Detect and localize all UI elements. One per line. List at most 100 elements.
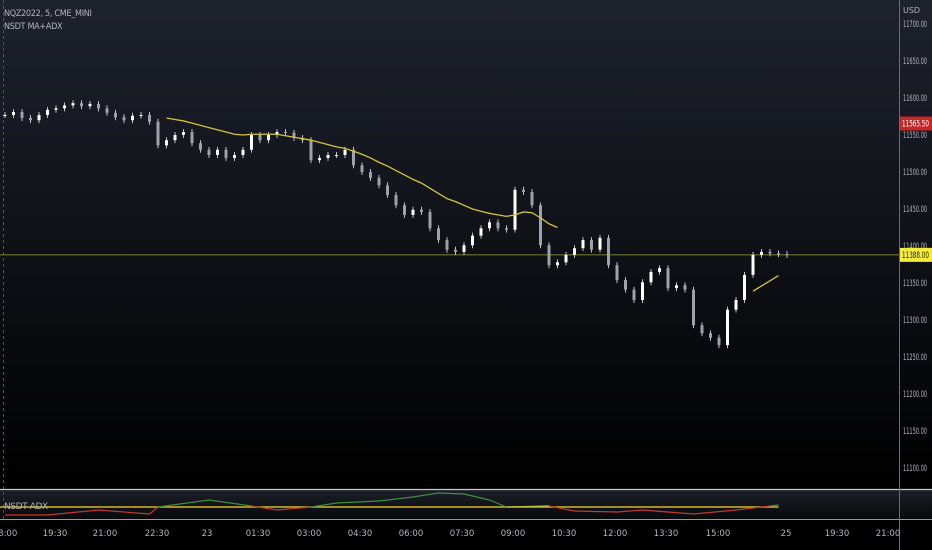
candle-body: [624, 280, 627, 290]
candle-body: [666, 268, 670, 289]
candle-body: [717, 337, 721, 346]
x-tick-label: 12:00: [603, 529, 628, 539]
x-tick-label: 03:00: [297, 529, 322, 539]
candle-body: [573, 248, 576, 255]
symbol-legend[interactable]: NQZ2022, 5, CME_MINI: [4, 9, 92, 19]
candle-body: [709, 333, 712, 338]
y-tick-label: 11200.00: [903, 390, 927, 400]
candle-body: [505, 228, 508, 230]
candle-body: [190, 132, 194, 144]
candle-body: [199, 143, 202, 150]
candle-body: [598, 237, 602, 250]
candle-body: [97, 103, 100, 109]
x-tick-label: 06:00: [399, 529, 424, 539]
candle-body: [173, 135, 177, 141]
candle-body: [54, 108, 58, 110]
candle-body: [751, 254, 755, 275]
candle-body: [165, 140, 168, 146]
prev-close-price-label: 11565.50: [902, 120, 929, 130]
y-tick-label: 11650.00: [903, 57, 927, 67]
indicator-legend[interactable]: NSDT MA+ADX: [4, 22, 63, 32]
candle-body: [556, 262, 559, 266]
y-tick-label: 11500.00: [903, 168, 927, 178]
candle-body: [326, 154, 330, 158]
candle-body: [46, 109, 49, 116]
adx-legend[interactable]: NSDT ADX: [4, 502, 48, 512]
main-pane: [0, 0, 932, 489]
candle-body: [386, 185, 389, 195]
candle-body: [20, 112, 24, 118]
x-tick-label: 09:00: [501, 529, 526, 539]
candle-body: [768, 251, 772, 254]
candle-body: [88, 103, 92, 107]
candle-body: [675, 285, 678, 289]
y-tick-label: 11300.00: [903, 316, 927, 326]
y-tick-label: 11250.00: [903, 353, 927, 363]
candle-body: [63, 105, 66, 109]
candle-body: [488, 222, 491, 229]
x-tick-label: 23: [202, 529, 213, 539]
candle-body: [777, 253, 780, 255]
candle-body: [139, 115, 143, 117]
candle-body: [743, 274, 746, 301]
candle-body: [692, 289, 695, 326]
candle-body: [471, 235, 474, 246]
x-tick-label: 13:30: [654, 529, 679, 539]
candle-body: [250, 135, 253, 150]
y-tick-label: 11450.00: [903, 205, 927, 215]
y-tick-label: 11700.00: [903, 20, 927, 30]
candle-body: [394, 194, 398, 206]
candle-body: [258, 135, 262, 141]
price-chart[interactable]: 11700.00 11650.00 11600.00 11550.00 11500.00…: [0, 0, 932, 550]
x-tick-label: 21:00: [93, 529, 118, 539]
candle-body: [649, 271, 653, 283]
candle-body: [445, 240, 449, 250]
candle-body: [233, 154, 236, 158]
candle-body: [114, 112, 117, 118]
candle-body: [335, 154, 338, 156]
candle-body: [564, 254, 568, 263]
y-tick-label: 11550.00: [903, 131, 927, 141]
last-price-label: 11388.00: [902, 251, 929, 261]
candle-body: [12, 112, 15, 116]
candle-body: [148, 115, 151, 122]
candle-body: [420, 209, 423, 212]
y-tick-label: 11600.00: [903, 94, 927, 104]
currency-label[interactable]: USD: [903, 6, 920, 15]
candle-body: [216, 149, 219, 155]
x-tick-label: 22:30: [145, 529, 170, 539]
x-tick-label: 21:00: [876, 529, 901, 539]
candle-body: [479, 228, 483, 236]
candle-body: [267, 135, 270, 141]
candle-body: [607, 237, 610, 266]
candle-body: [309, 140, 313, 161]
candle-body: [785, 254, 789, 256]
x-tick-label: 10:30: [552, 529, 577, 539]
candle-body: [522, 189, 525, 192]
y-tick-label: 11100.00: [903, 464, 927, 474]
x-tick-label: 25: [781, 529, 792, 539]
candle-body: [403, 205, 406, 215]
x-tick-label: 18:00: [0, 529, 17, 539]
candle-body: [182, 132, 185, 135]
y-tick-label: 11350.00: [903, 279, 927, 289]
candle-body: [37, 115, 41, 121]
candle-body: [581, 240, 585, 249]
candle-body: [641, 282, 644, 301]
x-tick-label: 19:30: [825, 529, 850, 539]
candle-body: [530, 191, 534, 206]
candle-body: [513, 189, 517, 230]
candle-body: [131, 115, 134, 121]
candle-body: [360, 165, 364, 172]
candle-body: [411, 209, 415, 215]
candle-body: [156, 121, 160, 146]
candle-body: [207, 149, 211, 155]
candle-body: [241, 149, 245, 155]
candle-body: [428, 211, 432, 229]
candle-body: [683, 285, 687, 290]
candle-body: [496, 222, 500, 229]
candle-body: [547, 245, 551, 266]
candle-body: [590, 240, 593, 250]
y-tick-label: 11150.00: [903, 427, 927, 437]
candle-body: [71, 103, 75, 106]
